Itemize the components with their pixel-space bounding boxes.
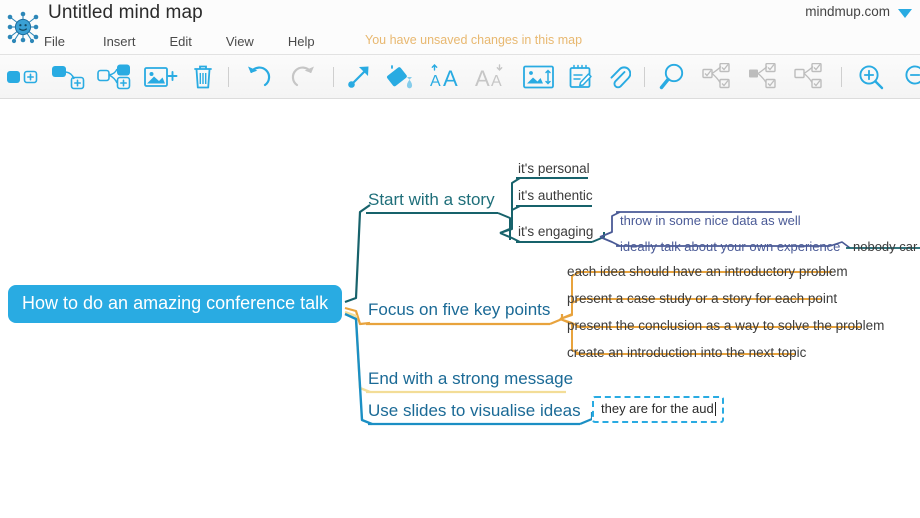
menu-item-insert[interactable]: Insert [103,34,136,49]
mindmap-node-create-an-introduction[interactable]: create an introduction into the next top… [567,344,806,363]
insert-image-icon[interactable] [138,56,184,98]
mindmap-node-use-slides-to-visualise-ideas[interactable]: Use slides to visualise ideas [368,400,581,423]
mindmap-node-present-a-case-study[interactable]: present a case study or a story for each… [567,290,837,309]
mindmap-node-end-with-a-strong-message[interactable]: End with a strong message [368,368,573,391]
app-header: Untitled mind map mindmup.com File Inser… [0,0,920,55]
redo-icon[interactable] [281,56,327,98]
unsaved-changes-status: You have unsaved changes in this map [365,33,582,47]
mindmap-canvas[interactable]: How to do an amazing conference talk Sta… [0,100,920,518]
mindmap-node-focus-on-five-key-points[interactable]: Focus on five key points [368,299,550,322]
add-sibling-idea-icon[interactable] [0,56,46,98]
note-icon[interactable] [562,56,600,98]
menu-item-file[interactable]: File [44,34,65,49]
collapse-all-icon[interactable] [697,56,743,98]
svg-text:A: A [475,66,490,90]
svg-text:A: A [491,73,502,90]
mindmap-node-its-personal[interactable]: it's personal [518,160,590,179]
mindmap-node-its-authentic[interactable]: it's authentic [518,187,593,206]
toolbar-separator [327,56,340,98]
editing-node-text[interactable]: they are for the aud [601,401,714,416]
mindmap-node-its-engaging[interactable]: it's engaging [518,223,593,242]
image-size-icon[interactable] [516,56,562,98]
mindmap-node-ideally-talk-about-experience[interactable]: ideally talk about your own experience [620,238,840,256]
add-subidea-icon[interactable] [92,56,138,98]
expand-all-icon[interactable] [789,56,835,98]
mindmup-app: Untitled mind map mindmup.com File Inser… [0,0,920,518]
menu-item-edit[interactable]: Edit [169,34,191,49]
mindmap-node-throw-in-some-nice-data[interactable]: throw in some nice data as well [620,212,801,230]
attachment-icon[interactable] [600,56,638,98]
zoom-out-icon[interactable] [894,56,920,98]
mindmap-node-present-the-conclusion[interactable]: present the conclusion as a way to solve… [567,317,884,336]
font-size-decrease-icon[interactable]: A A [470,56,516,98]
brand-label[interactable]: mindmup.com [805,4,890,19]
page-title[interactable]: Untitled mind map [48,2,203,24]
toolbar-separator [835,56,848,98]
mindmap-node-editing-they-are-for-the-aud[interactable]: they are for the aud [592,396,724,423]
mindmap-node-start-with-a-story[interactable]: Start with a story [368,189,495,212]
toolbar-separator [222,56,235,98]
toolbar-separator [638,56,651,98]
mindmup-logo-icon[interactable] [4,8,42,46]
expand-selected-icon[interactable] [743,56,789,98]
add-child-idea-icon[interactable] [46,56,92,98]
fill-color-icon[interactable] [378,56,424,98]
mindmap-node-nobody-car-truncated[interactable]: nobody car [853,238,917,256]
undo-icon[interactable] [235,56,281,98]
menu-bar: File Insert Edit View Help [44,31,349,51]
delete-icon[interactable] [184,56,222,98]
toolbar: A A A A [0,55,920,99]
link-arrow-icon[interactable] [340,56,378,98]
text-cursor [715,402,716,416]
mindmap-node-each-idea-introductory-problem[interactable]: each idea should have an introductory pr… [567,263,848,282]
svg-text:A: A [430,73,441,90]
caret-down-icon[interactable] [898,9,912,18]
font-size-increase-icon[interactable]: A A [424,56,470,98]
menu-item-help[interactable]: Help [288,34,315,49]
menu-item-view[interactable]: View [226,34,254,49]
svg-text:A: A [443,66,458,90]
zoom-in-icon[interactable] [848,56,894,98]
mindmap-root-node[interactable]: How to do an amazing conference talk [8,285,342,323]
search-icon[interactable] [651,56,697,98]
